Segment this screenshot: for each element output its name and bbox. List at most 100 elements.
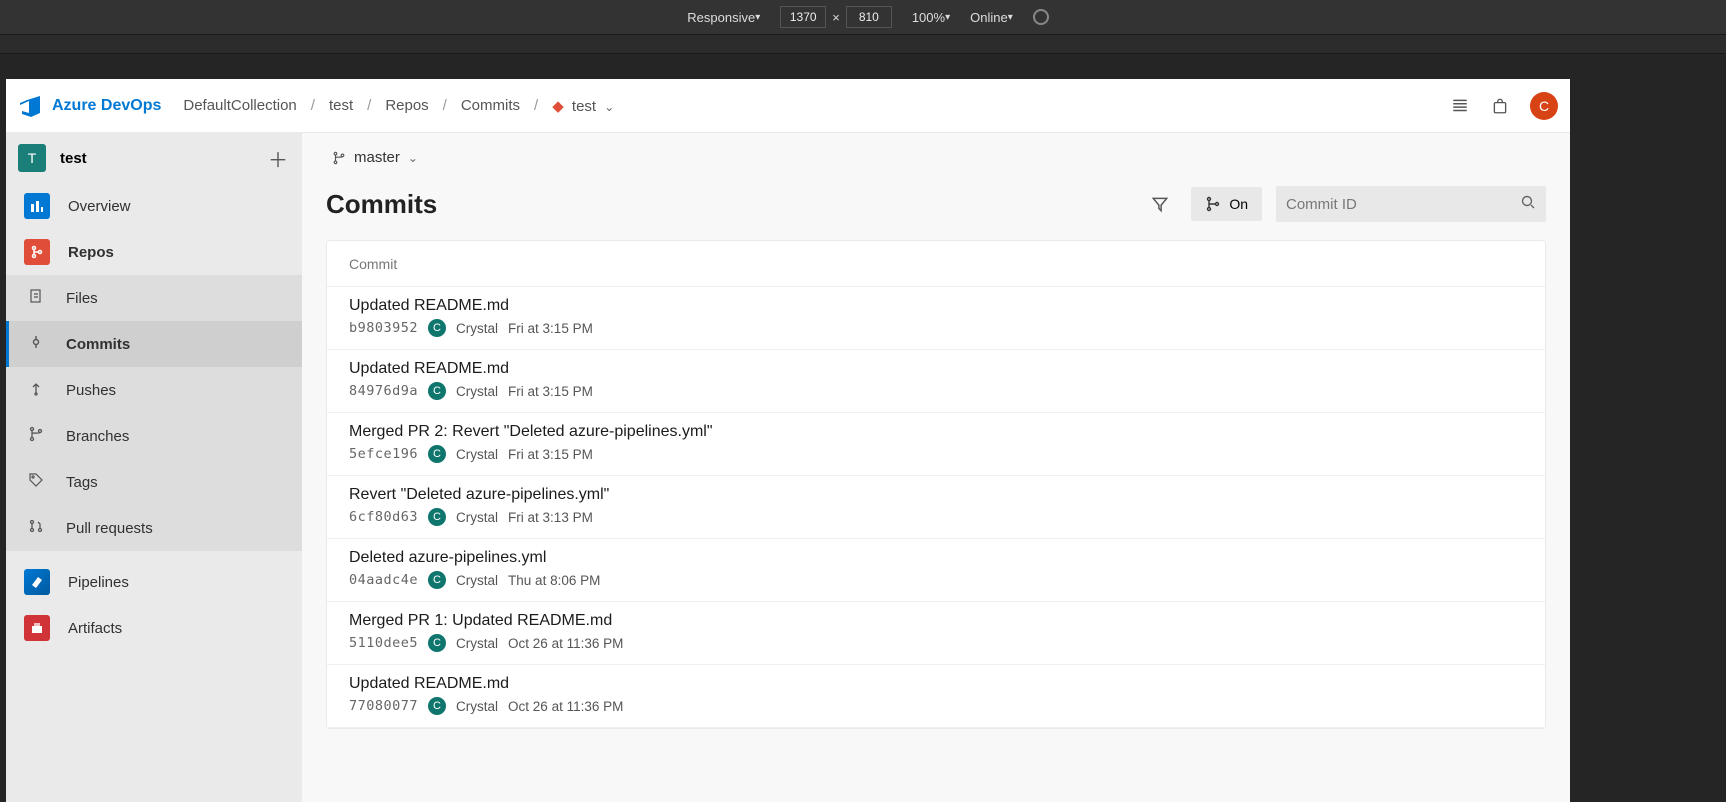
- commit-hash[interactable]: 5efce196: [349, 446, 418, 462]
- devtools-width-input[interactable]: [780, 6, 826, 28]
- author-avatar: C: [428, 697, 446, 715]
- plus-icon[interactable]: ＋: [268, 144, 288, 173]
- devtools-gap: [0, 54, 1726, 79]
- commit-date: Fri at 3:13 PM: [508, 510, 593, 525]
- author-avatar: C: [428, 634, 446, 652]
- devtools-height-input[interactable]: [846, 6, 892, 28]
- commit-message: Updated README.md: [349, 297, 1523, 315]
- app-header: Azure DevOps DefaultCollection / test / …: [6, 79, 1570, 133]
- tags-icon: [28, 472, 48, 492]
- commit-message: Updated README.md: [349, 675, 1523, 693]
- commit-date: Fri at 3:15 PM: [508, 384, 593, 399]
- devtools-ruler: [0, 34, 1726, 54]
- crumb-area[interactable]: Repos: [385, 97, 428, 114]
- pushes-icon: [28, 380, 48, 400]
- crumb-sep: /: [367, 97, 371, 114]
- sidebar: T test ＋ Overview Repos FilesCommits Push…: [6, 133, 302, 802]
- sidebar-sub-files[interactable]: Files: [6, 275, 302, 321]
- graph-toggle[interactable]: On: [1191, 187, 1262, 221]
- times-icon: ×: [832, 10, 840, 25]
- commit-row[interactable]: Updated README.md 84976d9a C Crystal Fri at …: [327, 350, 1545, 413]
- commit-row[interactable]: Updated README.md 77080077 C Crystal Oct 26 …: [327, 665, 1545, 728]
- sidebar-sub-commits[interactable]: Commits: [6, 321, 302, 367]
- branch-name: master: [354, 149, 400, 166]
- list-icon[interactable]: [1450, 96, 1470, 116]
- sidebar-item-label: Artifacts: [68, 620, 122, 637]
- column-commit: Commit: [349, 256, 397, 272]
- shopping-bag-icon[interactable]: [1490, 96, 1510, 116]
- commit-author[interactable]: Crystal: [456, 447, 498, 462]
- author-avatar: C: [428, 445, 446, 463]
- branch-icon: [332, 151, 346, 165]
- crumb-collection[interactable]: DefaultCollection: [183, 97, 296, 114]
- repos-icon: [24, 239, 50, 265]
- sidebar-item-pipelines[interactable]: Pipelines: [6, 559, 302, 605]
- crumb-sep: /: [534, 97, 538, 114]
- commit-table-header: Commit: [327, 241, 1545, 287]
- commit-row[interactable]: Deleted azure-pipelines.yml04aadc4eCCrys…: [327, 539, 1545, 602]
- crumb-sep: /: [311, 97, 315, 114]
- sidebar-item-artifacts[interactable]: Artifacts: [6, 605, 302, 651]
- sidebar-item-label: Overview: [68, 198, 131, 215]
- pull-requests-icon: [28, 518, 48, 538]
- sidebar-item-label: Branches: [66, 428, 129, 445]
- commit-author[interactable]: Crystal: [456, 510, 498, 525]
- commit-row[interactable]: Revert "Deleted azure-pipelines.yml"6cf8…: [327, 476, 1545, 539]
- author-avatar: C: [428, 319, 446, 337]
- commit-hash[interactable]: 04aadc4e: [349, 572, 418, 588]
- rotate-icon[interactable]: [1033, 9, 1049, 25]
- sidebar-item-overview[interactable]: Overview: [6, 183, 302, 229]
- commit-row[interactable]: Merged PR 2: Revert "Deleted azure-pipel…: [327, 413, 1545, 476]
- overview-icon: [24, 193, 50, 219]
- sidebar-sub-pushes[interactable]: Pushes: [6, 367, 302, 413]
- crumb-project[interactable]: test: [329, 97, 353, 114]
- commit-date: Oct 26 at 11:36 PM: [508, 636, 623, 651]
- project-name: test: [60, 150, 254, 167]
- files-icon: [28, 288, 48, 308]
- commits-icon: [28, 334, 48, 354]
- app-frame: Azure DevOps DefaultCollection / test / …: [6, 79, 1570, 802]
- commit-author[interactable]: Crystal: [456, 384, 498, 399]
- commit-author[interactable]: Crystal: [456, 573, 498, 588]
- commit-search[interactable]: [1276, 186, 1546, 222]
- commit-hash[interactable]: 77080077: [349, 698, 418, 714]
- azure-devops-logo-icon[interactable]: [18, 94, 42, 118]
- sidebar-item-repos[interactable]: Repos: [6, 229, 302, 275]
- sidebar-item-label: Tags: [66, 474, 98, 491]
- sidebar-sub-branches[interactable]: Branches: [6, 413, 302, 459]
- page-title: Commits: [326, 189, 437, 220]
- commit-hash[interactable]: 84976d9a: [349, 383, 418, 399]
- crumb-page[interactable]: Commits: [461, 97, 520, 114]
- sidebar-item-label: Pull requests: [66, 520, 153, 537]
- commit-date: Oct 26 at 11:36 PM: [508, 699, 623, 714]
- repo-picker[interactable]: ◆ test ⌄: [552, 97, 614, 115]
- filter-button[interactable]: [1143, 187, 1177, 221]
- user-avatar[interactable]: C: [1530, 92, 1558, 120]
- devtools-mode[interactable]: Responsive: [687, 10, 760, 25]
- commit-date: Fri at 3:15 PM: [508, 447, 593, 462]
- devtools-network[interactable]: Online: [970, 10, 1013, 25]
- sidebar-sub-pull-requests[interactable]: Pull requests: [6, 505, 302, 551]
- devtools-zoom[interactable]: 100%: [912, 10, 950, 25]
- breadcrumb: DefaultCollection / test / Repos / Commi…: [183, 97, 614, 115]
- chevron-down-icon: ⌄: [604, 100, 614, 114]
- commit-row[interactable]: Merged PR 1: Updated README.md5110dee5CC…: [327, 602, 1545, 665]
- branches-icon: [28, 426, 48, 446]
- commit-row[interactable]: Updated README.mdb9803952CCrystalFri at …: [327, 287, 1545, 350]
- commit-author[interactable]: Crystal: [456, 636, 498, 651]
- crumb-sep: /: [443, 97, 447, 114]
- branch-picker[interactable]: master ⌄: [332, 149, 1546, 166]
- commit-author[interactable]: Crystal: [456, 699, 498, 714]
- commit-hash[interactable]: 5110dee5: [349, 635, 418, 651]
- sidebar-item-label: Pushes: [66, 382, 116, 399]
- commit-message: Updated README.md: [349, 360, 1523, 378]
- chevron-down-icon: ⌄: [408, 151, 418, 165]
- author-avatar: C: [428, 382, 446, 400]
- commit-hash[interactable]: b9803952: [349, 320, 418, 336]
- project-row[interactable]: T test ＋: [6, 133, 302, 183]
- commit-search-input[interactable]: [1286, 196, 1520, 213]
- commit-author[interactable]: Crystal: [456, 321, 498, 336]
- commit-hash[interactable]: 6cf80d63: [349, 509, 418, 525]
- brand-text[interactable]: Azure DevOps: [52, 97, 161, 115]
- sidebar-sub-tags[interactable]: Tags: [6, 459, 302, 505]
